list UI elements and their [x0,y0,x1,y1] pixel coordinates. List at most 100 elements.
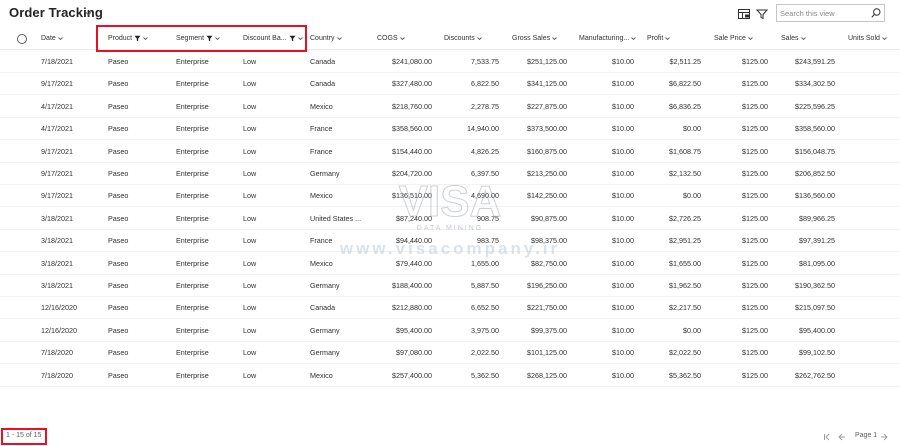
cell-profit: $0.00 [683,191,701,201]
cell-sale-price: $125.00 [742,236,768,246]
column-header-cogs[interactable]: COGS [377,28,406,50]
chevron-down-icon[interactable] [336,35,343,42]
chevron-down-icon[interactable] [57,35,64,42]
table-row[interactable]: 3/18/2021 Paseo Enterprise Low Mexico $79,440… [0,253,900,275]
search-icon[interactable] [870,7,882,19]
chevron-down-icon[interactable] [399,35,406,42]
cell-country: Germany [310,169,340,178]
cell-segment: Enterprise [176,325,209,335]
chevron-down-icon[interactable] [630,35,637,42]
cell-discount-band: Low [243,169,257,178]
cell-cogs: $327,480.00 [392,79,432,89]
cell-discounts: 5,887.50 [471,281,499,290]
table-row[interactable]: 7/18/2020 Paseo Enterprise Low Mexico $257,40… [0,365,900,387]
column-header-label: Segment [176,35,205,42]
cell-gross-sales: $90,875.00 [531,213,567,223]
cell-gross-sales: $82,750.00 [531,258,567,268]
column-header-sale-price[interactable]: Sale Price [714,28,754,50]
cell-country: Germany [310,348,340,358]
select-all-toggle[interactable] [17,34,27,44]
cell-segment: Enterprise [176,303,209,313]
cell-manufacturing-price: $10.00 [612,213,634,223]
column-header-label: Profit [647,35,664,42]
table-row[interactable]: 9/17/2021 Paseo Enterprise Low Canada $327,48… [0,73,900,96]
column-header-sales[interactable]: Sales [781,28,807,50]
chevron-down-icon[interactable] [476,35,483,42]
cell-manufacturing-price: $10.00 [612,325,634,335]
previous-page-icon[interactable] [838,433,846,441]
column-header-product[interactable]: Product [108,28,149,50]
cell-discount-band: Low [243,146,257,156]
column-header-discounts[interactable]: Discounts [444,28,483,50]
cell-product: Paseo [108,370,129,380]
table-row[interactable]: 12/16/2020 Paseo Enterprise Low Canada $212,8… [0,297,900,320]
table-row[interactable]: 3/18/2021 Paseo Enterprise Low France $94,440… [0,230,900,253]
column-header-units-sold[interactable]: Units Sold [848,28,888,50]
table-row[interactable]: 7/18/2020 Paseo Enterprise Low Germany $97,08… [0,342,900,365]
cell-profit: $6,822.50 [669,79,701,89]
cell-profit: $2,511.25 [669,57,701,66]
table-row[interactable]: 9/17/2021 Paseo Enterprise Low France $154,44… [0,141,900,163]
cell-segment: Enterprise [176,348,209,358]
filter-icon[interactable] [755,7,769,21]
chevron-down-icon[interactable] [214,35,221,42]
cell-discount-band: Low [243,303,257,313]
chevron-down-icon[interactable] [800,35,807,42]
cell-sale-price: $125.00 [742,79,768,89]
column-header-label: Discount Ba... [243,35,287,42]
cell-discount-band: Low [243,370,257,380]
column-header-label: Sales [781,35,799,42]
chevron-down-icon[interactable] [664,35,671,42]
cell-date: 3/18/2021 [41,213,73,223]
cell-country: France [310,124,333,134]
column-header-date[interactable]: Date [41,28,64,50]
column-header-row: Date Product Segment Discount Ba... Country C… [0,28,900,50]
table-row[interactable]: 4/17/2021 Paseo Enterprise Low Mexico $218,76… [0,96,900,118]
cell-cogs: $358,560.00 [392,124,432,134]
cell-segment: Enterprise [176,213,209,223]
first-page-icon[interactable] [823,433,831,441]
cell-manufacturing-price: $10.00 [612,370,634,380]
table-view-icon[interactable] [737,7,751,21]
cell-profit: $2,022.50 [669,348,701,358]
column-header-segment[interactable]: Segment [176,28,221,50]
column-header-manufacturing-price[interactable]: Manufacturing... [579,28,637,50]
table-row[interactable]: 9/17/2021 Paseo Enterprise Low Germany $204,7… [0,163,900,185]
chevron-down-icon[interactable] [84,9,93,18]
cell-sale-price: $125.00 [742,348,768,358]
cell-date: 9/17/2021 [41,146,73,156]
column-header-label: Country [310,35,335,42]
column-header-country[interactable]: Country [310,28,343,50]
column-header-profit[interactable]: Profit [647,28,671,50]
table-row[interactable]: 12/16/2020 Paseo Enterprise Low Germany $95,4… [0,320,900,342]
table-row[interactable]: 7/18/2021 Paseo Enterprise Low Canada $241,08… [0,51,900,73]
cell-product: Paseo [108,124,129,134]
cell-country: Mexico [310,370,333,380]
table-row[interactable]: 9/17/2021 Paseo Enterprise Low Mexico $136,51… [0,185,900,208]
chevron-down-icon[interactable] [297,35,304,42]
cell-manufacturing-price: $10.00 [612,101,634,111]
chevron-down-icon[interactable] [881,35,888,42]
cell-country: Canada [310,303,336,313]
search-box[interactable] [776,4,885,22]
chevron-down-icon[interactable] [551,35,558,42]
cell-manufacturing-price: $10.00 [612,348,634,358]
table-row[interactable]: 3/18/2021 Paseo Enterprise Low United States… [0,208,900,230]
column-header-label: Units Sold [848,35,880,42]
chevron-down-icon[interactable] [747,35,754,42]
cell-sales: $97,391.25 [799,236,835,246]
table-row[interactable]: 4/17/2021 Paseo Enterprise Low France $358,56… [0,118,900,141]
column-header-gross-sales[interactable]: Gross Sales [512,28,558,50]
chevron-down-icon[interactable] [142,35,149,42]
column-header-discount-band[interactable]: Discount Ba... [243,28,304,50]
cell-segment: Enterprise [176,258,209,268]
cell-country: Germany [310,281,340,290]
cell-discounts: 2,022.50 [471,348,499,358]
cell-discount-band: Low [243,57,257,66]
column-header-label: Sale Price [714,35,746,42]
cell-sales: $190,362.50 [795,281,835,290]
next-page-icon[interactable] [880,433,888,441]
cell-profit: $1,962.50 [669,281,701,290]
table-row[interactable]: 3/18/2021 Paseo Enterprise Low Germany $188,4… [0,275,900,297]
search-input[interactable] [780,6,868,20]
